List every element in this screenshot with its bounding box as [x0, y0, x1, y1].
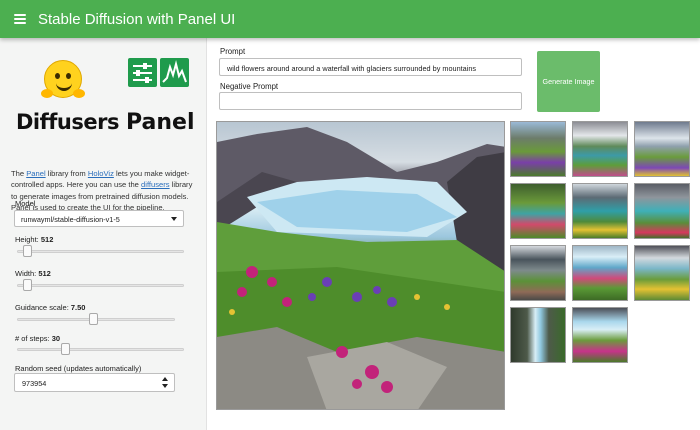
panel-logo: Panel — [126, 110, 195, 135]
model-select[interactable]: runwayml/stable-diffusion-v1-5 — [14, 210, 184, 227]
negative-prompt-label: Negative Prompt — [220, 82, 279, 91]
thumbnail-image[interactable] — [510, 307, 566, 363]
steps-slider[interactable] — [17, 342, 184, 356]
main-generated-image[interactable] — [216, 121, 505, 410]
steps-slider-thumb[interactable] — [61, 343, 70, 355]
logos: Diffusers Panel — [14, 58, 195, 138]
holoviz-link[interactable]: HoloViz — [88, 169, 114, 178]
thumbnail-image[interactable] — [572, 307, 628, 363]
thumbnail-image[interactable] — [510, 245, 566, 301]
guidance-label: Guidance scale: 7.50 — [15, 303, 86, 312]
height-slider[interactable] — [17, 244, 184, 258]
thumbnail-image[interactable] — [572, 245, 628, 301]
chevron-down-icon — [171, 217, 177, 221]
line-chart-icon — [160, 58, 189, 87]
thumbnail-image[interactable] — [572, 121, 628, 177]
intro-text: The Panel library from HoloViz lets you … — [11, 169, 193, 213]
prompt-label: Prompt — [220, 47, 246, 56]
thumbnail-image[interactable] — [510, 121, 566, 177]
thumbnail-image[interactable] — [510, 183, 566, 239]
app-title: Stable Diffusion with Panel UI — [38, 10, 236, 28]
generate-image-button[interactable]: Generate Image — [537, 51, 600, 112]
seed-value: 973954 — [22, 379, 47, 388]
panel-link[interactable]: Panel — [26, 169, 45, 178]
diffusers-logo: Diffusers — [16, 110, 119, 134]
width-slider-thumb[interactable] — [23, 279, 32, 291]
thumbnail-image[interactable] — [572, 183, 628, 239]
thumbnail-image[interactable] — [634, 121, 690, 177]
sliders-icon — [128, 58, 157, 87]
height-slider-thumb[interactable] — [23, 245, 32, 257]
model-select-value: runwayml/stable-diffusion-v1-5 — [21, 215, 120, 224]
height-label: Height: 512 — [15, 235, 54, 244]
width-label: Width: 512 — [15, 269, 51, 278]
app-header: Stable Diffusion with Panel UI — [0, 0, 700, 38]
width-slider[interactable] — [17, 278, 184, 292]
seed-label: Random seed (updates automatically) — [15, 364, 142, 373]
thumbnail-image[interactable] — [634, 183, 690, 239]
diffusers-link[interactable]: diffusers — [141, 180, 170, 189]
seed-input[interactable]: 973954 — [14, 373, 175, 392]
prompt-input[interactable]: wild flowers around around a waterfall w… — [219, 58, 522, 76]
hugging-face-icon — [41, 60, 85, 98]
thumbnail-image[interactable] — [634, 245, 690, 301]
menu-icon[interactable] — [14, 14, 26, 24]
guidance-slider-thumb[interactable] — [89, 313, 98, 325]
negative-prompt-input[interactable] — [219, 92, 522, 110]
guidance-slider[interactable] — [17, 312, 175, 326]
spinner-icon[interactable] — [162, 377, 168, 388]
model-label: Model — [15, 199, 36, 208]
